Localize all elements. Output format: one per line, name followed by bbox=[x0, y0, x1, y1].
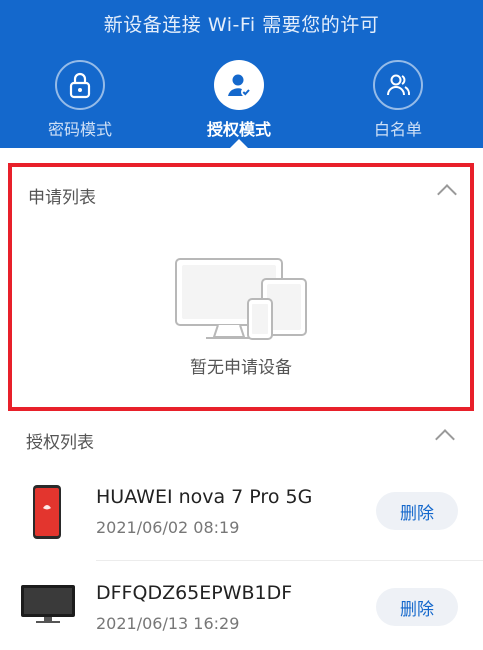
device-time: 2021/06/02 08:19 bbox=[96, 518, 240, 537]
device-row: DFFQDZ65EPWB1DF 2021/06/13 16:29 删除 bbox=[0, 562, 483, 650]
users-icon bbox=[373, 60, 423, 110]
user-check-icon bbox=[214, 60, 264, 110]
header: 新设备连接 Wi-Fi 需要您的许可 密码模式 授权模式 白名单 bbox=[0, 0, 483, 148]
device-name: DFFQDZ65EPWB1DF bbox=[96, 582, 293, 604]
delete-button[interactable]: 删除 bbox=[376, 492, 458, 530]
tab-whitelist-label: 白名单 bbox=[373, 120, 422, 139]
devices-illustration-icon bbox=[172, 257, 312, 345]
row-divider bbox=[96, 560, 483, 561]
device-row: HUAWEI nova 7 Pro 5G 2021/06/02 08:19 删除 bbox=[0, 470, 483, 560]
tab-authorization-label: 授权模式 bbox=[206, 120, 271, 139]
chevron-up-icon[interactable] bbox=[435, 429, 455, 449]
apply-list-title: 申请列表 bbox=[28, 188, 96, 208]
device-time: 2021/06/13 16:29 bbox=[96, 614, 240, 633]
phone-icon bbox=[32, 484, 62, 544]
header-title: 新设备连接 Wi-Fi 需要您的许可 bbox=[103, 14, 380, 36]
active-tab-pointer bbox=[230, 139, 248, 148]
auth-list-title: 授权列表 bbox=[26, 433, 94, 453]
lock-icon bbox=[55, 60, 105, 110]
tab-authorization-mode[interactable]: 授权模式 bbox=[184, 60, 294, 140]
tab-password-mode[interactable]: 密码模式 bbox=[25, 60, 135, 140]
empty-state-text: 暂无申请设备 bbox=[190, 358, 292, 378]
apply-list-section: 申请列表 暂无申请设备 bbox=[8, 163, 474, 411]
chevron-up-icon[interactable] bbox=[437, 184, 457, 204]
delete-button[interactable]: 删除 bbox=[376, 588, 458, 626]
tab-whitelist[interactable]: 白名单 bbox=[343, 60, 453, 140]
device-name: HUAWEI nova 7 Pro 5G bbox=[96, 486, 313, 508]
monitor-icon bbox=[20, 584, 76, 628]
tab-password-label: 密码模式 bbox=[47, 120, 112, 139]
